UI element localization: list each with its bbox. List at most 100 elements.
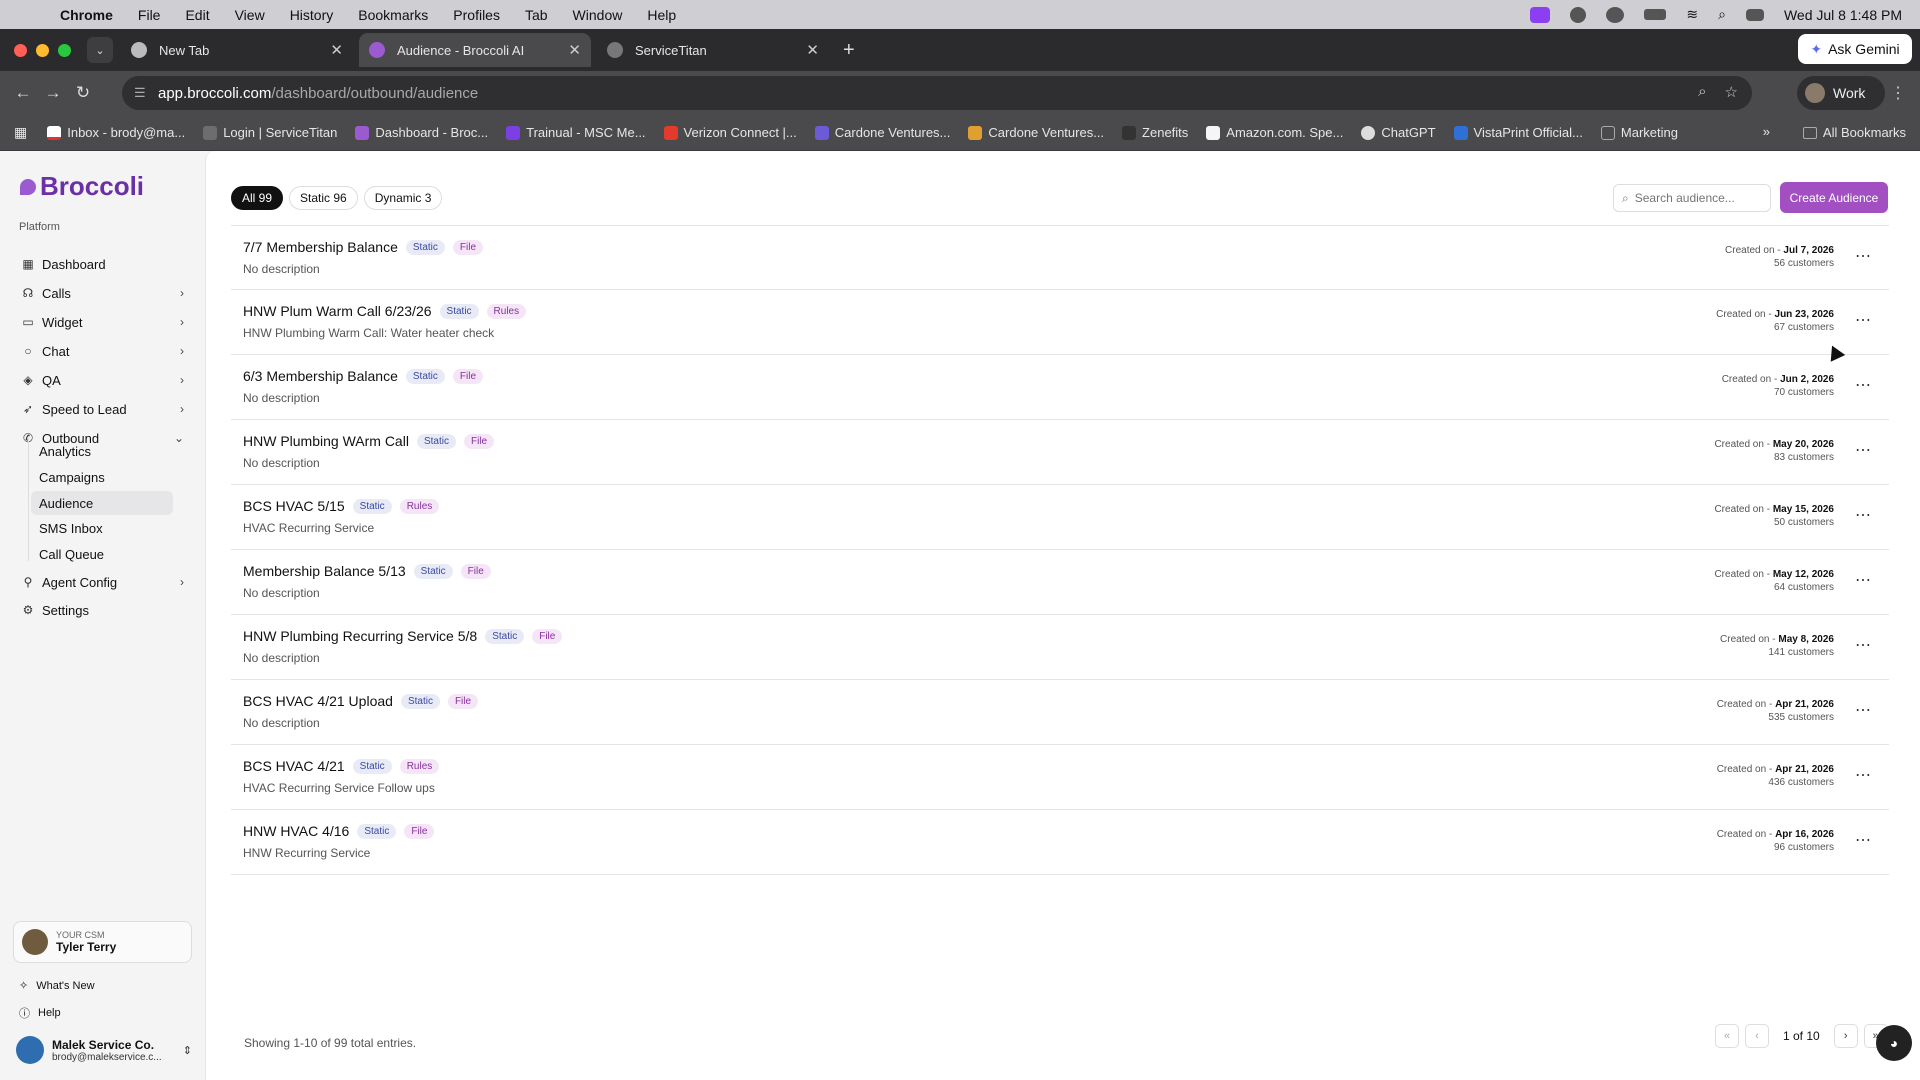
filter-static[interactable]: Static 96 (289, 186, 358, 210)
sidebar-item-agent-config[interactable]: ⚲ Agent Config › (12, 569, 192, 595)
bookmark-item[interactable]: ChatGPT (1361, 125, 1436, 140)
table-row[interactable]: BCS HVAC 5/15 Static Rules HVAC Recurring S… (231, 485, 1889, 550)
search-audience-input[interactable] (1634, 191, 1755, 205)
menu-tab[interactable]: Tab (525, 7, 548, 23)
table-row[interactable]: Membership Balance 5/13 Static File No desc… (231, 550, 1889, 615)
all-bookmarks-button[interactable]: All Bookmarks (1802, 125, 1906, 140)
bookmark-folder[interactable]: Marketing (1600, 125, 1678, 140)
menu-bookmarks[interactable]: Bookmarks (358, 7, 428, 23)
tab-audience[interactable]: Audience - Broccoli AI ✕ (359, 33, 591, 67)
grammarly-icon[interactable] (1570, 6, 1587, 23)
row-more-actions-icon[interactable]: ⋯ (1855, 505, 1871, 525)
table-row[interactable]: 7/7 Membership Balance Static File No descr… (231, 225, 1889, 290)
account-switcher[interactable]: Malek Service Co. brody@malekservice.c..… (16, 1033, 192, 1067)
spotlight-search-icon[interactable]: ⌕ (1718, 6, 1726, 23)
sidebar-item-speed-to-lead[interactable]: ➶ Speed to Lead › (12, 396, 192, 422)
site-info-icon[interactable]: ☰ (134, 85, 146, 101)
filter-dynamic[interactable]: Dynamic 3 (363, 186, 443, 210)
csm-card[interactable]: YOUR CSM Tyler Terry (13, 921, 192, 963)
more-bookmarks-chevron-icon[interactable]: » (1763, 124, 1770, 139)
help-link[interactable]: ⓘ Help (19, 1005, 61, 1021)
minimize-window-icon[interactable] (36, 43, 49, 57)
next-page-icon[interactable]: › (1833, 1024, 1858, 1048)
filter-all[interactable]: All 99 (231, 186, 284, 210)
menu-view[interactable]: View (235, 7, 265, 23)
audience-name[interactable]: Membership Balance 5/13 (243, 563, 406, 579)
bookmark-item[interactable]: Amazon.com. Spe... (1206, 125, 1343, 140)
close-tab-icon[interactable]: ✕ (806, 41, 819, 59)
broccoli-logo[interactable]: Broccoli (20, 171, 144, 202)
table-row[interactable]: HNW HVAC 4/16 Static File HNW Recurring Ser… (231, 810, 1889, 875)
row-more-actions-icon[interactable]: ⋯ (1855, 246, 1871, 266)
bookmark-star-icon[interactable]: ☆ (1725, 83, 1738, 101)
create-audience-button[interactable]: Create Audience (1780, 182, 1888, 213)
menu-history[interactable]: History (290, 7, 334, 23)
back-arrow-icon[interactable]: ← (8, 83, 38, 103)
bookmark-item[interactable]: Cardone Ventures... (968, 125, 1104, 140)
menu-file[interactable]: File (138, 7, 161, 23)
row-more-actions-icon[interactable]: ⋯ (1855, 635, 1871, 655)
bookmark-item[interactable]: Verizon Connect |... (663, 125, 797, 140)
menubar-clock[interactable]: Wed Jul 8 1:48 PM (1784, 7, 1902, 23)
menu-edit[interactable]: Edit (185, 7, 209, 23)
menu-app-name[interactable]: Chrome (60, 7, 113, 23)
bookmark-item[interactable]: Zenefits (1122, 125, 1188, 140)
address-bar[interactable]: ☰ app.broccoli.com/dashboard/outbound/au… (122, 76, 1752, 110)
zoom-icon[interactable]: ⌕ (1698, 83, 1706, 101)
menu-window[interactable]: Window (573, 7, 623, 23)
maximize-window-icon[interactable] (58, 43, 71, 57)
sidebar-item-chat[interactable]: ○ Chat › (12, 338, 192, 364)
close-tab-icon[interactable]: ✕ (330, 41, 343, 59)
cloud-sync-icon[interactable] (1606, 6, 1625, 23)
table-row[interactable]: HNW Plumbing WArm Call Static File No descr… (231, 420, 1889, 485)
tab-search-dropdown-icon[interactable]: ⌄ (87, 37, 113, 63)
sidebar-subitem-audience[interactable]: Audience (31, 491, 173, 515)
bookmark-item[interactable]: Dashboard - Broc... (355, 125, 488, 140)
sidebar-item-settings[interactable]: ⚙ Settings (12, 597, 192, 623)
battery-icon[interactable] (1644, 9, 1667, 20)
table-row[interactable]: 6/3 Membership Balance Static File No descr… (231, 355, 1889, 420)
row-more-actions-icon[interactable]: ⋯ (1855, 375, 1871, 395)
bookmark-item[interactable]: VistaPrint Official... (1453, 125, 1583, 140)
support-chat-icon[interactable]: ◕ (1876, 1025, 1912, 1061)
sidebar-subitem-call-queue[interactable]: Call Queue (31, 542, 173, 566)
row-more-actions-icon[interactable]: ⋯ (1855, 830, 1871, 850)
table-row[interactable]: BCS HVAC 4/21 Upload Static File No descrip… (231, 680, 1889, 745)
bookmark-item[interactable]: Trainual - MSC Me... (506, 125, 646, 140)
row-more-actions-icon[interactable]: ⋯ (1855, 700, 1871, 720)
sidebar-item-widget[interactable]: ▭ Widget › (12, 309, 192, 335)
menu-profiles[interactable]: Profiles (453, 7, 500, 23)
forward-arrow-icon[interactable]: → (38, 83, 68, 103)
menu-help[interactable]: Help (647, 7, 676, 23)
audience-name[interactable]: HNW Plumbing Recurring Service 5/8 (243, 628, 477, 644)
apps-grid-icon[interactable]: ▦ (14, 124, 27, 141)
search-audience-field[interactable]: ⌕ (1613, 184, 1771, 212)
sidebar-item-qa[interactable]: ◈ QA › (12, 367, 192, 393)
prev-page-icon[interactable]: ‹ (1745, 1024, 1769, 1048)
ask-gemini-button[interactable]: ✦ Ask Gemini (1798, 34, 1912, 64)
sidebar-subitem-sms-inbox[interactable]: SMS Inbox (31, 516, 173, 540)
bookmark-item[interactable]: Inbox - brody@ma... (47, 125, 185, 140)
row-more-actions-icon[interactable]: ⋯ (1855, 310, 1871, 330)
chrome-menu-icon[interactable]: ⋮ (1890, 83, 1906, 103)
new-tab-plus-icon[interactable]: + (843, 39, 855, 62)
table-row[interactable]: BCS HVAC 4/21 Static Rules HVAC Recurring S… (231, 745, 1889, 810)
bookmark-item[interactable]: Cardone Ventures... (814, 125, 950, 140)
audience-name[interactable]: 7/7 Membership Balance (243, 239, 398, 255)
sidebar-item-calls[interactable]: ☊ Calls › (12, 280, 192, 306)
reload-icon[interactable]: ↻ (68, 83, 98, 103)
first-page-icon[interactable]: « (1715, 1024, 1739, 1048)
audience-name[interactable]: 6/3 Membership Balance (243, 368, 398, 384)
audience-name[interactable]: BCS HVAC 4/21 (243, 758, 345, 774)
sidebar-subitem-analytics[interactable]: Analytics (31, 439, 173, 463)
whats-new-link[interactable]: ✧ What's New (19, 979, 95, 993)
close-tab-icon[interactable]: ✕ (568, 41, 581, 59)
close-window-icon[interactable] (14, 43, 27, 57)
sidebar-item-dashboard[interactable]: ▦ Dashboard (12, 251, 192, 277)
sidebar-subitem-campaigns[interactable]: Campaigns (31, 465, 173, 489)
control-center-icon[interactable] (1745, 8, 1764, 21)
table-row[interactable]: HNW Plumbing Recurring Service 5/8 Static… (231, 615, 1889, 680)
audience-name[interactable]: HNW Plum Warm Call 6/23/26 (243, 303, 432, 319)
screen-record-icon[interactable] (1530, 6, 1551, 23)
row-more-actions-icon[interactable]: ⋯ (1855, 765, 1871, 785)
